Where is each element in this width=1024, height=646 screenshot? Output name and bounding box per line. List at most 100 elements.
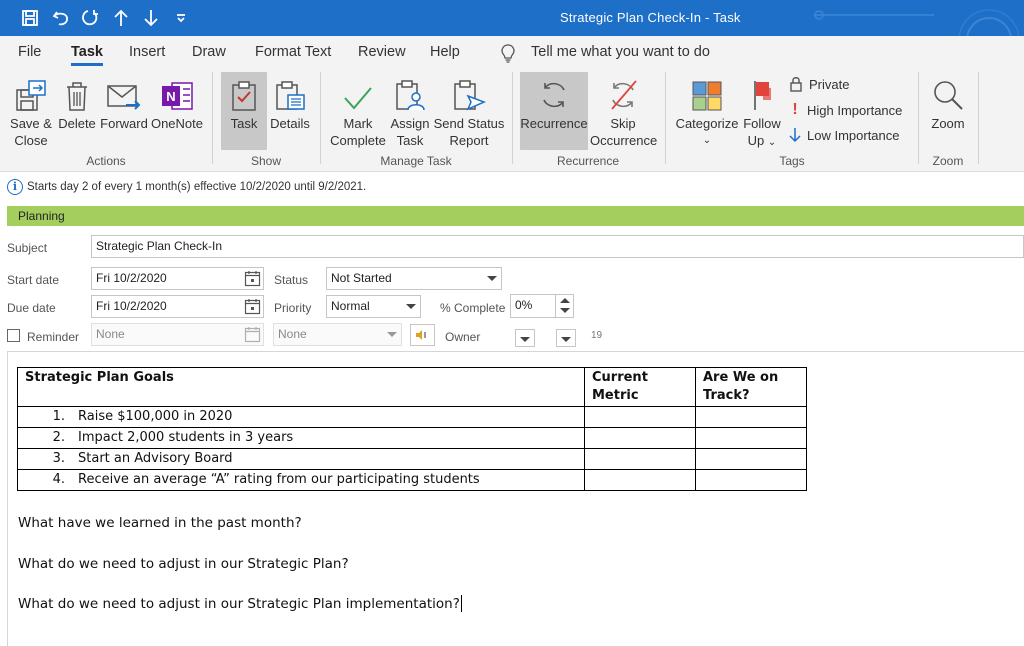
forward-button[interactable]: Forward xyxy=(100,72,148,132)
calendar-icon[interactable] xyxy=(244,298,261,315)
chevron-down-icon[interactable] xyxy=(487,276,497,281)
tab-insert[interactable]: Insert xyxy=(129,44,165,60)
group-separator xyxy=(320,72,321,164)
details-button[interactable]: Details xyxy=(268,72,312,132)
goal-text: Start an Advisory Board xyxy=(78,451,233,466)
tab-format-text[interactable]: Format Text xyxy=(255,44,331,60)
goal-number: 3. xyxy=(52,451,65,466)
high-importance-button[interactable]: ! High Importance xyxy=(789,101,902,119)
status-dropdown[interactable]: Not Started xyxy=(326,267,502,290)
delete-button[interactable]: Delete xyxy=(56,72,98,132)
table-row: 3. Start an Advisory Board xyxy=(17,448,807,470)
categorize-button[interactable]: Categorize ⌄ xyxy=(674,72,740,149)
task-clipboard-icon xyxy=(232,81,256,111)
metric-cell[interactable] xyxy=(584,427,696,449)
recurrence-button[interactable]: Recurrence xyxy=(520,72,588,150)
group-separator xyxy=(918,72,919,164)
skip-occurrence-button[interactable]: Skip Occurrence xyxy=(590,72,657,149)
show-task-button[interactable]: Task xyxy=(221,72,267,150)
magnifier-icon xyxy=(934,81,963,110)
calendar-icon[interactable] xyxy=(244,326,261,343)
due-date-label: Due date xyxy=(7,301,56,315)
chevron-down-icon[interactable] xyxy=(520,337,530,342)
category-bar: Planning xyxy=(7,206,1024,226)
chevron-down-icon: ⌄ xyxy=(767,137,777,148)
tab-task[interactable]: Task xyxy=(71,44,103,66)
subject-label: Subject xyxy=(7,241,48,255)
low-importance-button[interactable]: Low Importance xyxy=(789,127,900,143)
tell-me-search[interactable]: Tell me what you want to do xyxy=(531,44,710,60)
speaker-icon xyxy=(416,330,426,340)
recurrence-icon xyxy=(543,82,565,108)
goals-table[interactable]: Strategic Plan Goals Current Metric Are … xyxy=(17,367,807,491)
start-date-input[interactable]: Fri 10/2/2020 xyxy=(91,267,264,290)
metric-cell[interactable] xyxy=(584,469,696,491)
tab-draw[interactable]: Draw xyxy=(192,44,226,60)
track-cell[interactable] xyxy=(695,469,807,491)
body-question-1[interactable]: What have we learned in the past month? xyxy=(18,515,302,531)
follow-up-button[interactable]: Follow Up ⌄ xyxy=(741,72,783,151)
track-cell[interactable] xyxy=(695,448,807,470)
track-cell[interactable] xyxy=(695,406,807,428)
tab-file[interactable]: File xyxy=(18,44,41,60)
reminder-date-input[interactable]: None xyxy=(91,323,264,346)
goal-number: 4. xyxy=(52,472,65,487)
goal-number: 1. xyxy=(52,409,65,424)
customize-qat-icon[interactable] xyxy=(168,6,194,30)
lock-icon xyxy=(790,77,802,92)
reminder-sound-button[interactable] xyxy=(410,324,435,346)
redo-icon[interactable] xyxy=(77,6,103,30)
metric-cell[interactable] xyxy=(584,406,696,428)
calendar-icon[interactable] xyxy=(244,270,261,287)
window-title: Strategic Plan Check-In - Task xyxy=(560,10,741,25)
save-close-button[interactable]: Save & Close xyxy=(6,72,56,149)
reminder-checkbox[interactable] xyxy=(7,329,20,342)
save-icon[interactable] xyxy=(17,6,43,30)
spin-up-icon[interactable] xyxy=(560,298,570,303)
svg-text:N: N xyxy=(166,89,175,104)
chevron-down-icon[interactable] xyxy=(406,304,416,309)
percent-spinner[interactable] xyxy=(555,295,573,317)
group-label-tags: Tags xyxy=(779,154,805,168)
lightbulb-icon xyxy=(501,44,515,63)
track-cell[interactable] xyxy=(695,427,807,449)
owner-fragment: 19 xyxy=(591,330,603,341)
tab-review[interactable]: Review xyxy=(358,44,406,60)
reminder-time-dropdown[interactable]: None xyxy=(273,323,402,346)
send-report-icon xyxy=(454,80,486,111)
send-status-report-button[interactable]: Send Status Report xyxy=(433,72,505,149)
reminder-label: Reminder xyxy=(27,330,80,344)
info-bar: i Starts day 2 of every 1 month(s) effec… xyxy=(0,176,1024,200)
details-icon xyxy=(276,81,305,110)
body-question-3[interactable]: What do we need to adjust in our Strateg… xyxy=(18,596,460,612)
info-icon: i xyxy=(7,179,23,195)
due-date-input[interactable]: Fri 10/2/2020 xyxy=(91,295,264,318)
subject-input[interactable]: Strategic Plan Check-In xyxy=(91,235,1024,258)
onenote-button[interactable]: N OneNote xyxy=(149,72,205,132)
tab-help[interactable]: Help xyxy=(430,44,460,60)
chevron-down-icon[interactable] xyxy=(387,332,397,337)
mark-complete-button[interactable]: Mark Complete xyxy=(328,72,388,149)
down-arrow-icon[interactable] xyxy=(138,6,164,30)
metric-cell[interactable] xyxy=(584,448,696,470)
chevron-down-icon: ⌄ xyxy=(702,135,712,146)
owner-dropdown-right[interactable] xyxy=(556,329,576,347)
start-date-label: Start date xyxy=(7,273,60,287)
body-separator xyxy=(7,351,1024,352)
body-question-2[interactable]: What do we need to adjust in our Strateg… xyxy=(18,556,349,572)
spin-down-icon[interactable] xyxy=(560,308,570,313)
up-arrow-icon[interactable] xyxy=(108,6,134,30)
owner-field[interactable] xyxy=(512,325,576,349)
category-label: Planning xyxy=(18,209,65,223)
assign-task-icon xyxy=(396,80,425,111)
group-separator xyxy=(212,72,213,164)
private-button[interactable]: Private xyxy=(789,76,849,92)
undo-icon[interactable] xyxy=(48,6,74,30)
chevron-down-icon[interactable] xyxy=(561,337,571,342)
assign-task-button[interactable]: Assign Task xyxy=(389,72,431,149)
owner-dropdown-left[interactable] xyxy=(515,329,535,347)
body-border xyxy=(7,351,8,646)
table-header-row: Strategic Plan Goals Current Metric Are … xyxy=(17,367,807,407)
title-bar: Strategic Plan Check-In - Task xyxy=(0,0,1024,36)
zoom-button[interactable]: Zoom xyxy=(926,72,970,132)
